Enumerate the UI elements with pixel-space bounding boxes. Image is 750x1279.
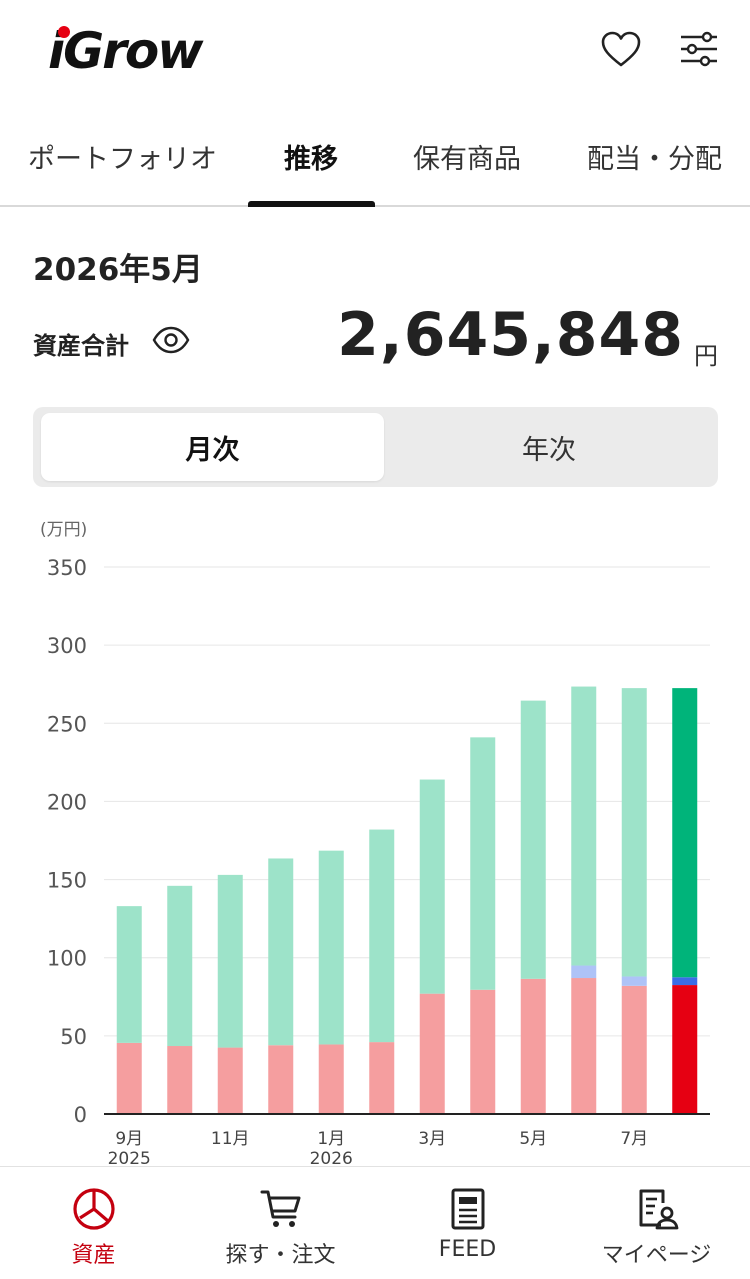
bar-segment-green <box>116 906 142 1043</box>
igrow-logo[interactable]: iGrow <box>48 22 203 80</box>
bottom-navigation: 資産 探す・注文 FEED マイページ <box>0 1166 750 1279</box>
x-tick-label: 11月 <box>211 1129 250 1149</box>
bar-segment-red <box>470 989 496 1114</box>
bar-segment-red <box>167 1046 193 1114</box>
yearly-option[interactable]: 年次 <box>384 413 714 481</box>
nav-assets[interactable]: 資産 <box>0 1167 187 1279</box>
nav-mypage-label: マイページ <box>601 1243 712 1268</box>
y-tick-label: 300 <box>47 634 87 658</box>
bar-segment-red <box>217 1047 243 1114</box>
nav-search-order-label: 探す・注文 <box>225 1243 336 1268</box>
settings-button[interactable] <box>676 26 722 72</box>
logo-text: iGrow <box>48 22 203 80</box>
monthly-option[interactable]: 月次 <box>41 413 384 481</box>
nav-feed[interactable]: FEED <box>374 1167 561 1279</box>
nav-assets-label: 資産 <box>71 1243 116 1268</box>
total-assets-value: 2,645,848 <box>337 300 684 370</box>
newspaper-icon <box>451 1188 484 1230</box>
app-screen: iGrow ポートフォリオ 推移 保有商品 配当・分配 2026年5月 資産合計 <box>0 0 750 1279</box>
nav-search-order[interactable]: 探す・注文 <box>187 1167 374 1279</box>
x-tick-label: 9月 <box>115 1129 143 1149</box>
logo-dot <box>58 26 70 38</box>
y-tick-label: 250 <box>47 712 87 736</box>
bar-segment-green <box>621 688 647 977</box>
y-axis-unit-label: (万円) <box>40 520 87 540</box>
bar-segment-red <box>571 978 597 1114</box>
tab-dividends[interactable]: 配当・分配 <box>587 137 722 176</box>
app-header: iGrow <box>0 0 750 105</box>
tab-holdings[interactable]: 保有商品 <box>413 137 521 176</box>
pie-chart-icon <box>72 1188 115 1230</box>
period-segmented-control: 月次 年次 <box>33 407 718 487</box>
user-document-icon <box>639 1189 678 1230</box>
x-tick-label: 7月 <box>620 1129 648 1149</box>
eye-icon <box>152 326 190 354</box>
total-assets-label: 資産合計 <box>33 332 129 360</box>
bar-segment-blue <box>672 977 698 986</box>
heart-icon <box>601 31 641 67</box>
bar-segment-green <box>167 885 193 1047</box>
tab-portfolio[interactable]: ポートフォリオ <box>28 137 217 176</box>
x-tick-label: 3月 <box>418 1129 446 1149</box>
tab-history[interactable]: 推移 <box>284 137 338 176</box>
bar-segment-red <box>116 1042 142 1114</box>
y-tick-label: 150 <box>47 869 87 893</box>
bar-segment-green <box>520 700 546 979</box>
bar-segment-green <box>470 737 496 990</box>
nav-feed-label: FEED <box>438 1237 497 1262</box>
bar-segment-green <box>318 850 344 1045</box>
section-tabs: ポートフォリオ 推移 保有商品 配当・分配 <box>0 105 750 207</box>
bar-segment-red <box>318 1044 344 1114</box>
bar-segment-red <box>419 993 445 1114</box>
bar-segment-red <box>369 1042 395 1114</box>
visibility-toggle[interactable] <box>152 325 190 359</box>
bar-segment-green <box>571 686 597 966</box>
bar-segment-red <box>672 985 698 1114</box>
active-tab-indicator <box>248 201 375 207</box>
cart-icon <box>260 1190 300 1227</box>
currency-unit: 円 <box>694 342 718 370</box>
month-label: 2026年5月 <box>33 252 203 288</box>
asset-history-chart: (万円)0501001502002503003509月202511月 1月2026… <box>40 520 710 1169</box>
y-tick-label: 200 <box>47 790 87 814</box>
bar-segment-green <box>217 874 243 1048</box>
bar-segment-green <box>672 688 698 978</box>
bar-segment-green <box>419 779 445 994</box>
bar-segment-green <box>369 829 395 1043</box>
nav-mypage[interactable]: マイページ <box>563 1167 750 1279</box>
sliders-icon <box>681 31 717 67</box>
y-tick-label: 0 <box>74 1103 87 1127</box>
bar-segment-red <box>621 985 647 1114</box>
bar-segment-blue <box>571 965 597 979</box>
bar-segment-green <box>268 858 294 1046</box>
bar-segment-red <box>268 1045 294 1114</box>
x-tick-label: 1月 <box>317 1129 345 1149</box>
bar-segment-red <box>520 978 546 1114</box>
y-tick-label: 50 <box>60 1025 87 1049</box>
bar-segment-blue <box>621 976 647 986</box>
x-tick-label: 5月 <box>519 1129 547 1149</box>
favorite-button[interactable] <box>598 26 644 72</box>
y-tick-label: 100 <box>47 947 87 971</box>
y-tick-label: 350 <box>47 556 87 580</box>
